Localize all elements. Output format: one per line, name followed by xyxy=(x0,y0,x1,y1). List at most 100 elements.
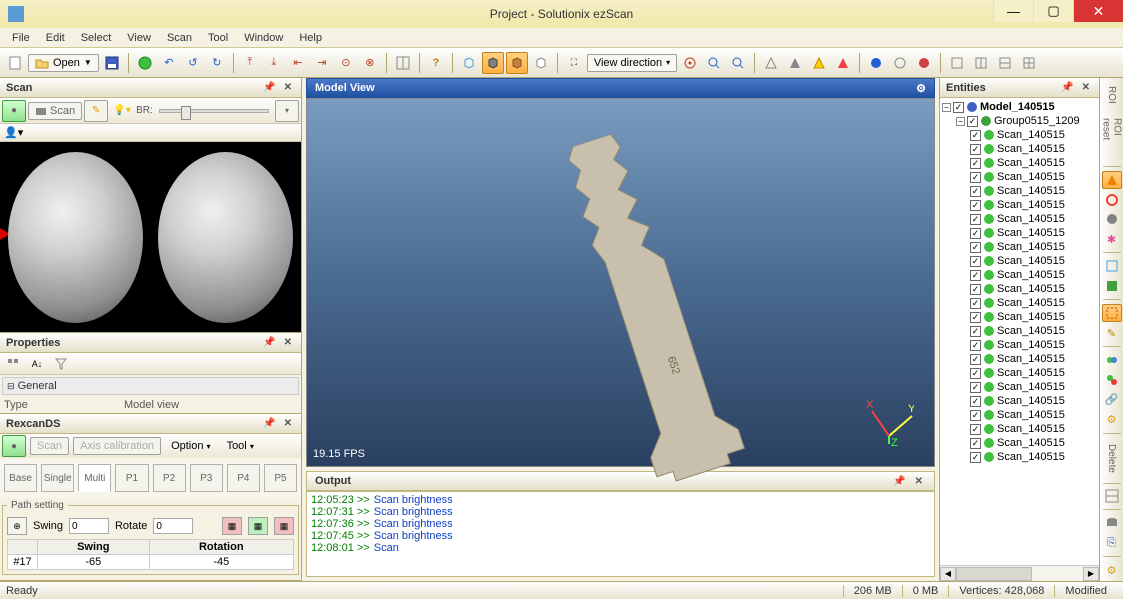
ts-star-icon[interactable]: ✱ xyxy=(1102,230,1122,248)
menu-view[interactable]: View xyxy=(119,30,159,46)
tri-warn-icon[interactable] xyxy=(808,52,830,74)
menu-help[interactable]: Help xyxy=(291,30,330,46)
tree-checkbox[interactable]: ✓ xyxy=(970,382,981,393)
tree-checkbox[interactable]: ✓ xyxy=(970,144,981,155)
tree-checkbox[interactable]: ✓ xyxy=(970,396,981,407)
model-view-3d[interactable]: 652 19.15 FPS Y X Z xyxy=(306,98,935,467)
tree-checkbox[interactable]: ✓ xyxy=(970,228,981,239)
tree-checkbox[interactable]: ✓ xyxy=(970,326,981,337)
undo-icon[interactable]: ↺ xyxy=(182,52,204,74)
pin-icon[interactable]: 📌 xyxy=(1058,82,1076,93)
tri-color-icon[interactable] xyxy=(832,52,854,74)
align-back-icon[interactable]: ⊗ xyxy=(359,52,381,74)
properties-header[interactable]: Properties 📌 ✕ xyxy=(0,333,301,353)
align-right-icon[interactable]: ⇥ xyxy=(311,52,333,74)
tree-checkbox[interactable]: ✓ xyxy=(970,158,981,169)
tree-item[interactable]: ✓Scan_140515 xyxy=(942,310,1097,324)
tree-item[interactable]: ✓Scan_140515 xyxy=(942,254,1097,268)
rexcan-header[interactable]: RexcanDS 📌 ✕ xyxy=(0,414,301,434)
tree-item[interactable]: ✓Scan_140515 xyxy=(942,184,1097,198)
ts-group-1-icon[interactable] xyxy=(1102,351,1122,369)
tree-toggle-icon[interactable]: − xyxy=(942,103,951,112)
rex-axis-calib-button[interactable]: Axis calibration xyxy=(73,437,161,455)
tree-checkbox[interactable]: ✓ xyxy=(970,368,981,379)
tree-checkbox[interactable]: ✓ xyxy=(970,214,981,225)
new-icon[interactable] xyxy=(4,52,26,74)
align-front-icon[interactable]: ⊙ xyxy=(335,52,357,74)
tree-checkbox[interactable]: ✓ xyxy=(970,354,981,365)
align-left-icon[interactable]: ⇤ xyxy=(287,52,309,74)
zoom-in-icon[interactable] xyxy=(703,52,725,74)
ts-adjust-icon[interactable]: ⚙ xyxy=(1102,411,1122,429)
tree-checkbox[interactable]: ✓ xyxy=(970,298,981,309)
align-bottom-icon[interactable]: ⤓ xyxy=(263,52,285,74)
tree-item[interactable]: ✓Scan_140515 xyxy=(942,212,1097,226)
tri-solid-icon[interactable] xyxy=(784,52,806,74)
pin-icon[interactable]: 📌 xyxy=(260,337,278,348)
cube-textured-icon[interactable] xyxy=(506,52,528,74)
path-btn-1-icon[interactable]: ▦ xyxy=(222,517,242,535)
tree-checkbox[interactable]: ✓ xyxy=(970,284,981,295)
tree-checkbox[interactable]: ✓ xyxy=(970,172,981,183)
cube-shaded-icon[interactable] xyxy=(482,52,504,74)
tree-item[interactable]: ✓Scan_140515 xyxy=(942,226,1097,240)
target-icon[interactable] xyxy=(679,52,701,74)
tree-checkbox[interactable]: ✓ xyxy=(970,452,981,463)
output-log[interactable]: 12:05:23 >>Scan brightness12:07:31 >>Sca… xyxy=(306,491,935,577)
menu-edit[interactable]: Edit xyxy=(38,30,73,46)
tree-item[interactable]: ✓Scan_140515 xyxy=(942,380,1097,394)
tree-checkbox[interactable]: ✓ xyxy=(970,424,981,435)
tree-item[interactable]: ✓Scan_140515 xyxy=(942,268,1097,282)
magic-wand-icon[interactable]: ✎ xyxy=(84,100,108,122)
sphere-red-icon[interactable] xyxy=(913,52,935,74)
tree-item[interactable]: ✓Scan_140515 xyxy=(942,296,1097,310)
tree-checkbox[interactable]: ✓ xyxy=(967,116,978,127)
sphere-alt-icon[interactable] xyxy=(889,52,911,74)
filter-icon[interactable] xyxy=(50,353,72,375)
model-view-gear-icon[interactable]: ⚙ xyxy=(916,82,926,95)
help-icon[interactable]: ? xyxy=(425,52,447,74)
sphere-icon[interactable] xyxy=(865,52,887,74)
tree-item[interactable]: ✓Scan_140515 xyxy=(942,394,1097,408)
sort-az-icon[interactable]: A↓ xyxy=(26,353,48,375)
globe-icon[interactable] xyxy=(134,52,156,74)
cube-wireframe-icon[interactable] xyxy=(458,52,480,74)
tree-checkbox[interactable]: ✓ xyxy=(970,256,981,267)
tree-checkbox[interactable]: ✓ xyxy=(970,130,981,141)
categorize-icon[interactable] xyxy=(2,353,24,375)
scroll-left-icon[interactable]: ◀ xyxy=(940,567,956,581)
open-button[interactable]: Open ▼ xyxy=(28,54,99,72)
rex-tool-dropdown[interactable]: Tool ▾ xyxy=(221,438,260,454)
tree-item[interactable]: ✓Scan_140515 xyxy=(942,450,1097,464)
pin-icon[interactable]: 📌 xyxy=(890,476,908,487)
close-icon[interactable]: ✕ xyxy=(281,337,295,348)
table-row[interactable]: #17 -65 -45 xyxy=(8,555,294,570)
tree-item[interactable]: ✓Scan_140515 xyxy=(942,170,1097,184)
cube-alt-icon[interactable] xyxy=(530,52,552,74)
save-icon[interactable] xyxy=(101,52,123,74)
rotate-input[interactable] xyxy=(153,518,193,534)
tree-item[interactable]: ✓Scan_140515 xyxy=(942,338,1097,352)
tree-item[interactable]: ✓Scan_140515 xyxy=(942,128,1097,142)
ts-triangle-icon[interactable] xyxy=(1102,171,1122,189)
rex-scan-button[interactable]: Scan xyxy=(30,437,69,455)
br-dropdown-icon[interactable]: ▾ xyxy=(275,100,299,122)
ts-sphere-icon[interactable] xyxy=(1102,211,1122,229)
menu-tool[interactable]: Tool xyxy=(200,30,236,46)
rex-tab-multi[interactable]: Multi xyxy=(78,464,111,492)
minimize-button[interactable]: — xyxy=(993,0,1033,22)
grid-1-icon[interactable] xyxy=(946,52,968,74)
model-view-header[interactable]: Model View ⚙ xyxy=(306,78,935,98)
tree-item[interactable]: ✓Scan_140515 xyxy=(942,324,1097,338)
tree-item[interactable]: ✓Scan_140515 xyxy=(942,156,1097,170)
scroll-right-icon[interactable]: ▶ xyxy=(1083,567,1099,581)
ts-layout-icon[interactable] xyxy=(1102,487,1122,505)
menu-file[interactable]: File xyxy=(4,30,38,46)
grid-4-icon[interactable] xyxy=(1018,52,1040,74)
entities-scrollbar[interactable]: ◀ ▶ xyxy=(940,565,1099,581)
tree-checkbox[interactable]: ✓ xyxy=(970,312,981,323)
tri-outline-icon[interactable] xyxy=(760,52,782,74)
rex-tab-single[interactable]: Single xyxy=(41,464,74,492)
ts-gear-icon[interactable]: ⚙ xyxy=(1102,561,1122,579)
scan-button[interactable]: Scan xyxy=(28,102,82,120)
